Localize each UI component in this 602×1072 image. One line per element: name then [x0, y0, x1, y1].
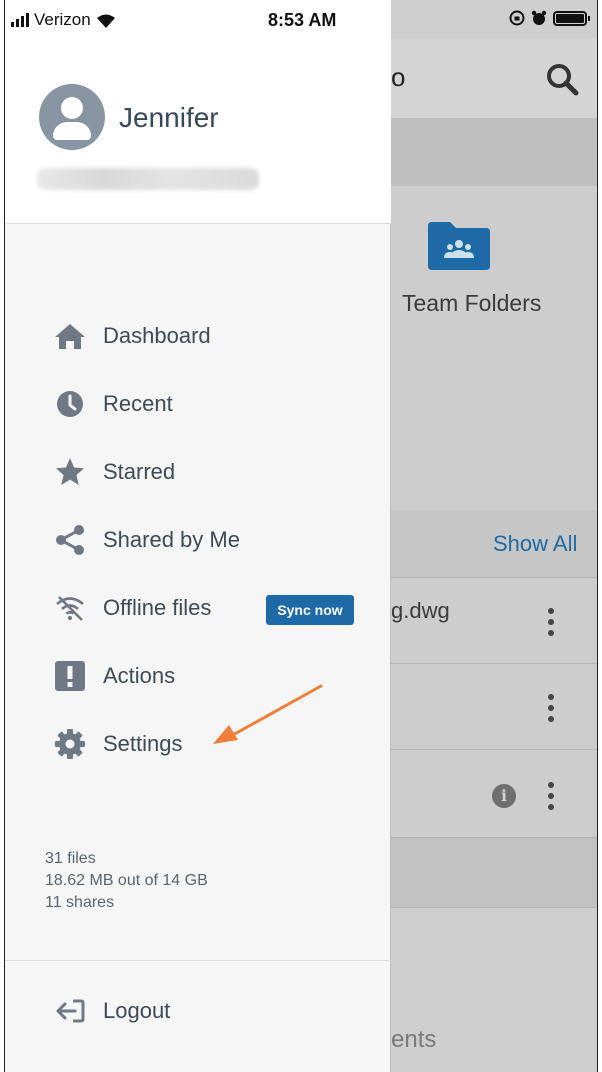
more-options-icon[interactable]	[547, 782, 555, 810]
background-file-name: g.dwg	[391, 598, 450, 623]
menu-item-offline-files[interactable]: Offline files Sync now	[5, 574, 391, 642]
logout-button[interactable]: Logout	[53, 996, 170, 1026]
menu-item-dashboard[interactable]: Dashboard	[5, 302, 391, 370]
storage-stats: 31 files 18.62 MB out of 14 GB 11 shares	[45, 848, 208, 914]
more-options-icon[interactable]	[547, 694, 555, 722]
drawer-menu: Dashboard Recent Starred Shared by Me Of…	[5, 302, 391, 778]
wifi-icon	[96, 14, 115, 28]
user-name: Jennifer	[119, 102, 219, 133]
divider	[5, 960, 391, 961]
info-icon[interactable]: i	[492, 784, 516, 808]
menu-item-shared-by-me[interactable]: Shared by Me	[5, 506, 391, 574]
share-icon	[53, 525, 87, 555]
shares-count: 11 shares	[45, 894, 115, 911]
navigation-drawer: Jennifer Dashboard Recent Starred Shared…	[5, 0, 391, 1072]
annotation-arrow-icon	[213, 684, 323, 744]
menu-item-settings[interactable]: Settings	[5, 710, 391, 778]
logout-icon	[53, 996, 87, 1026]
menu-label: Recent	[103, 391, 173, 416]
signal-icon	[11, 13, 29, 27]
battery-icon	[553, 10, 590, 26]
files-count: 31 files	[45, 850, 96, 867]
team-folders-label[interactable]: Team Folders	[402, 290, 541, 317]
search-icon[interactable]	[545, 62, 579, 96]
background-bottom-fragment: ents	[391, 1026, 437, 1053]
show-all-link[interactable]: Show All	[493, 531, 577, 557]
menu-item-actions[interactable]: Actions	[5, 642, 391, 710]
menu-label: Actions	[103, 663, 176, 688]
gear-icon	[53, 729, 87, 759]
profile-header: Jennifer	[5, 40, 391, 224]
star-icon	[53, 457, 87, 487]
alarm-icon	[531, 10, 547, 25]
team-folder-icon[interactable]	[426, 220, 492, 272]
phone-screen: o Team Folders Show All g.dwg i ents Jen…	[4, 0, 598, 1072]
menu-label: Shared by Me	[103, 527, 240, 552]
home-icon	[53, 321, 87, 351]
logout-label: Logout	[103, 998, 171, 1023]
carrier-name: Verizon	[34, 10, 91, 29]
status-bar: Verizon 8:53 AM	[5, 0, 597, 40]
clock-time: 8:53 AM	[268, 10, 337, 30]
menu-label: Starred	[103, 459, 176, 484]
user-email-blurred	[37, 168, 259, 190]
rotation-lock-icon	[509, 10, 525, 26]
menu-label: Offline files	[103, 595, 212, 620]
background-title-fragment: o	[391, 62, 406, 92]
carrier-info: Verizon	[11, 10, 116, 30]
menu-item-starred[interactable]: Starred	[5, 438, 391, 506]
status-icons	[509, 10, 590, 26]
wifi-off-icon	[53, 593, 87, 623]
sync-now-button[interactable]: Sync now	[266, 595, 354, 625]
more-options-icon[interactable]	[547, 608, 555, 636]
menu-item-recent[interactable]: Recent	[5, 370, 391, 438]
menu-label: Dashboard	[103, 323, 211, 348]
storage-usage: 18.62 MB out of 14 GB	[45, 872, 208, 889]
avatar[interactable]	[39, 84, 105, 150]
clock-icon	[53, 389, 87, 419]
exclamation-icon	[53, 661, 87, 691]
menu-label: Settings	[103, 731, 183, 756]
